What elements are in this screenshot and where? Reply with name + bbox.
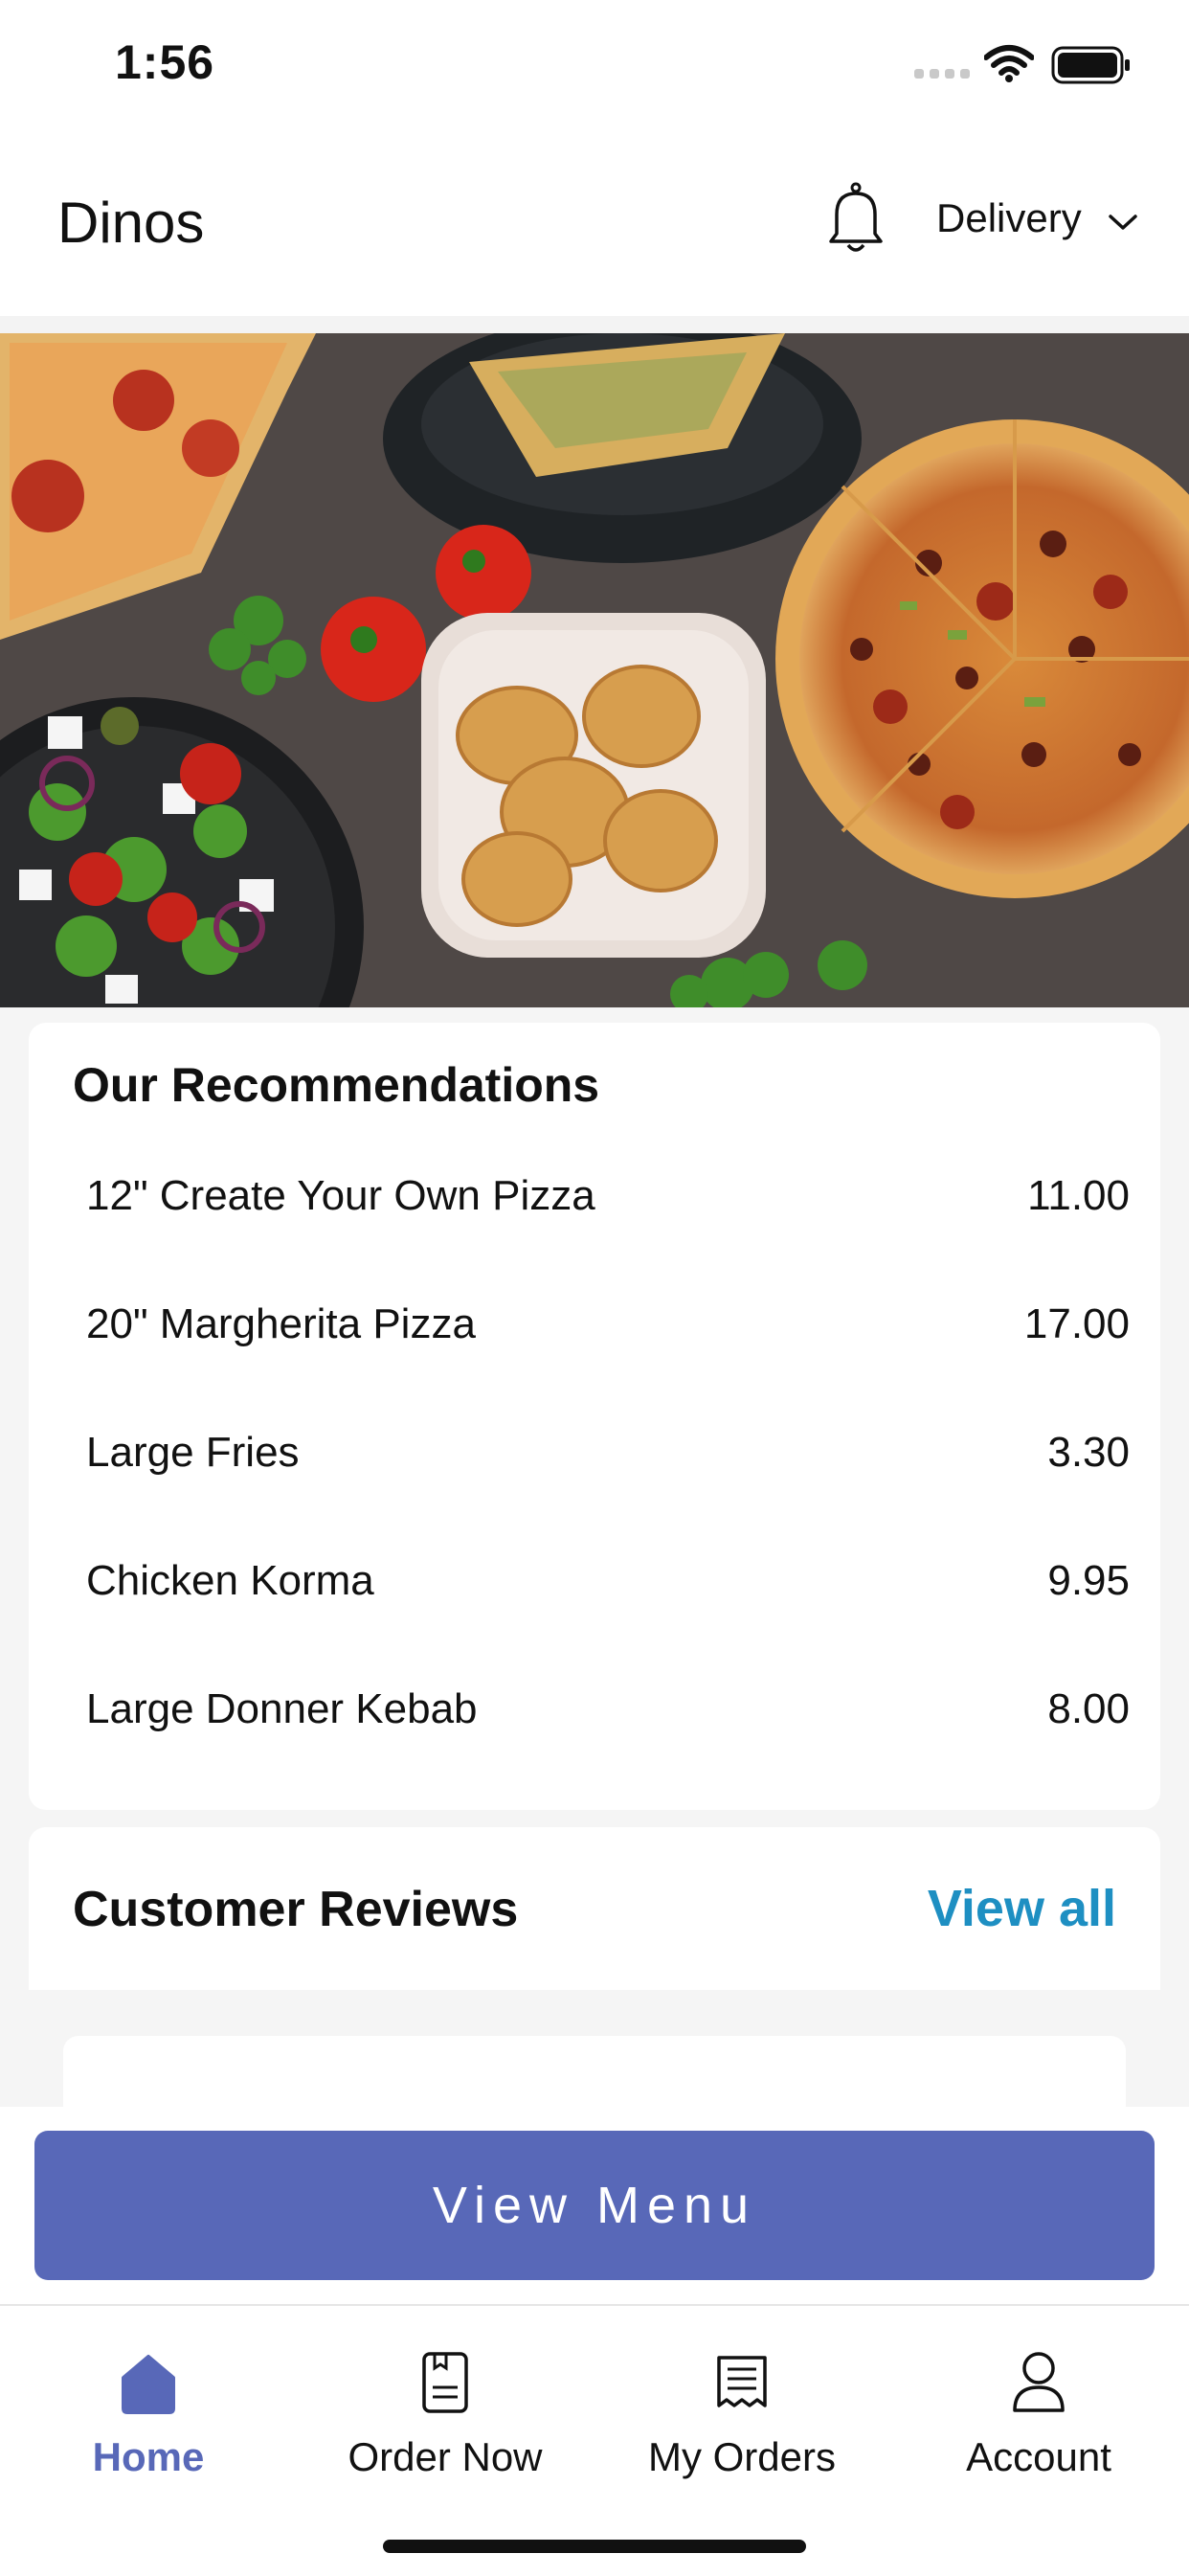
item-price: 8.00 xyxy=(1047,1685,1130,1732)
item-name: Chicken Korma xyxy=(86,1557,374,1604)
tab-order-now[interactable]: Order Now xyxy=(297,2344,594,2480)
status-time: 1:56 xyxy=(115,35,215,89)
review-card[interactable] xyxy=(63,2036,1126,2114)
item-price: 17.00 xyxy=(1023,1300,1130,1347)
user-icon xyxy=(1013,2352,1065,2412)
tab-label: Account xyxy=(966,2434,1111,2479)
item-price: 3.30 xyxy=(1047,1429,1130,1476)
view-menu-button[interactable]: View Menu xyxy=(34,2131,1155,2280)
list-item[interactable]: Large Fries 3.30 xyxy=(86,1413,1130,1490)
home-icon xyxy=(122,2355,175,2414)
battery-icon xyxy=(1051,46,1130,84)
item-price: 11.00 xyxy=(1027,1172,1130,1219)
customer-reviews-card: Customer Reviews View all xyxy=(29,1827,1160,2114)
menu-book-icon xyxy=(422,2352,468,2413)
recommendations-title: Our Recommendations xyxy=(73,1058,600,1112)
list-item[interactable]: 12" Create Your Own Pizza 11.00 xyxy=(86,1157,1130,1233)
header-divider xyxy=(0,316,1189,333)
tab-label: Order Now xyxy=(348,2434,543,2479)
reviews-title: Customer Reviews xyxy=(73,1882,519,1937)
tab-home[interactable]: Home xyxy=(0,2344,297,2480)
list-item[interactable]: Large Donner Kebab 8.00 xyxy=(86,1670,1130,1747)
recommendations-card: Our Recommendations 12" Create Your Own … xyxy=(29,1023,1160,1810)
bottom-tab-bar: Home Order Now My Orders Account xyxy=(0,2304,1189,2576)
item-name: Large Fries xyxy=(86,1429,300,1476)
view-all-reviews-link[interactable]: View all xyxy=(928,1879,1116,1938)
home-indicator xyxy=(383,2540,806,2553)
cellular-signal-icon xyxy=(914,69,970,79)
wifi-icon xyxy=(984,45,1034,82)
chevron-down-icon[interactable] xyxy=(1109,213,1137,232)
app-header: Dinos Delivery xyxy=(0,134,1189,316)
delivery-mode-selector[interactable]: Delivery xyxy=(936,195,1082,241)
status-bar: 1:56 xyxy=(0,0,1189,134)
hero-food-image xyxy=(0,333,1189,1007)
item-name: 12" Create Your Own Pizza xyxy=(86,1172,595,1219)
restaurant-title: Dinos xyxy=(57,191,205,255)
tab-account[interactable]: Account xyxy=(890,2344,1187,2480)
receipt-icon xyxy=(717,2356,767,2407)
bell-icon[interactable] xyxy=(823,182,888,255)
list-item[interactable]: Chicken Korma 9.95 xyxy=(86,1542,1130,1618)
tab-my-orders[interactable]: My Orders xyxy=(594,2344,890,2480)
reviews-carousel xyxy=(29,1990,1160,2114)
item-name: Large Donner Kebab xyxy=(86,1685,478,1732)
list-item[interactable]: 20" Margherita Pizza 17.00 xyxy=(86,1285,1130,1362)
tab-label: My Orders xyxy=(647,2434,836,2479)
item-price: 9.95 xyxy=(1047,1557,1130,1604)
item-name: 20" Margherita Pizza xyxy=(86,1300,476,1347)
tab-label: Home xyxy=(92,2434,205,2479)
